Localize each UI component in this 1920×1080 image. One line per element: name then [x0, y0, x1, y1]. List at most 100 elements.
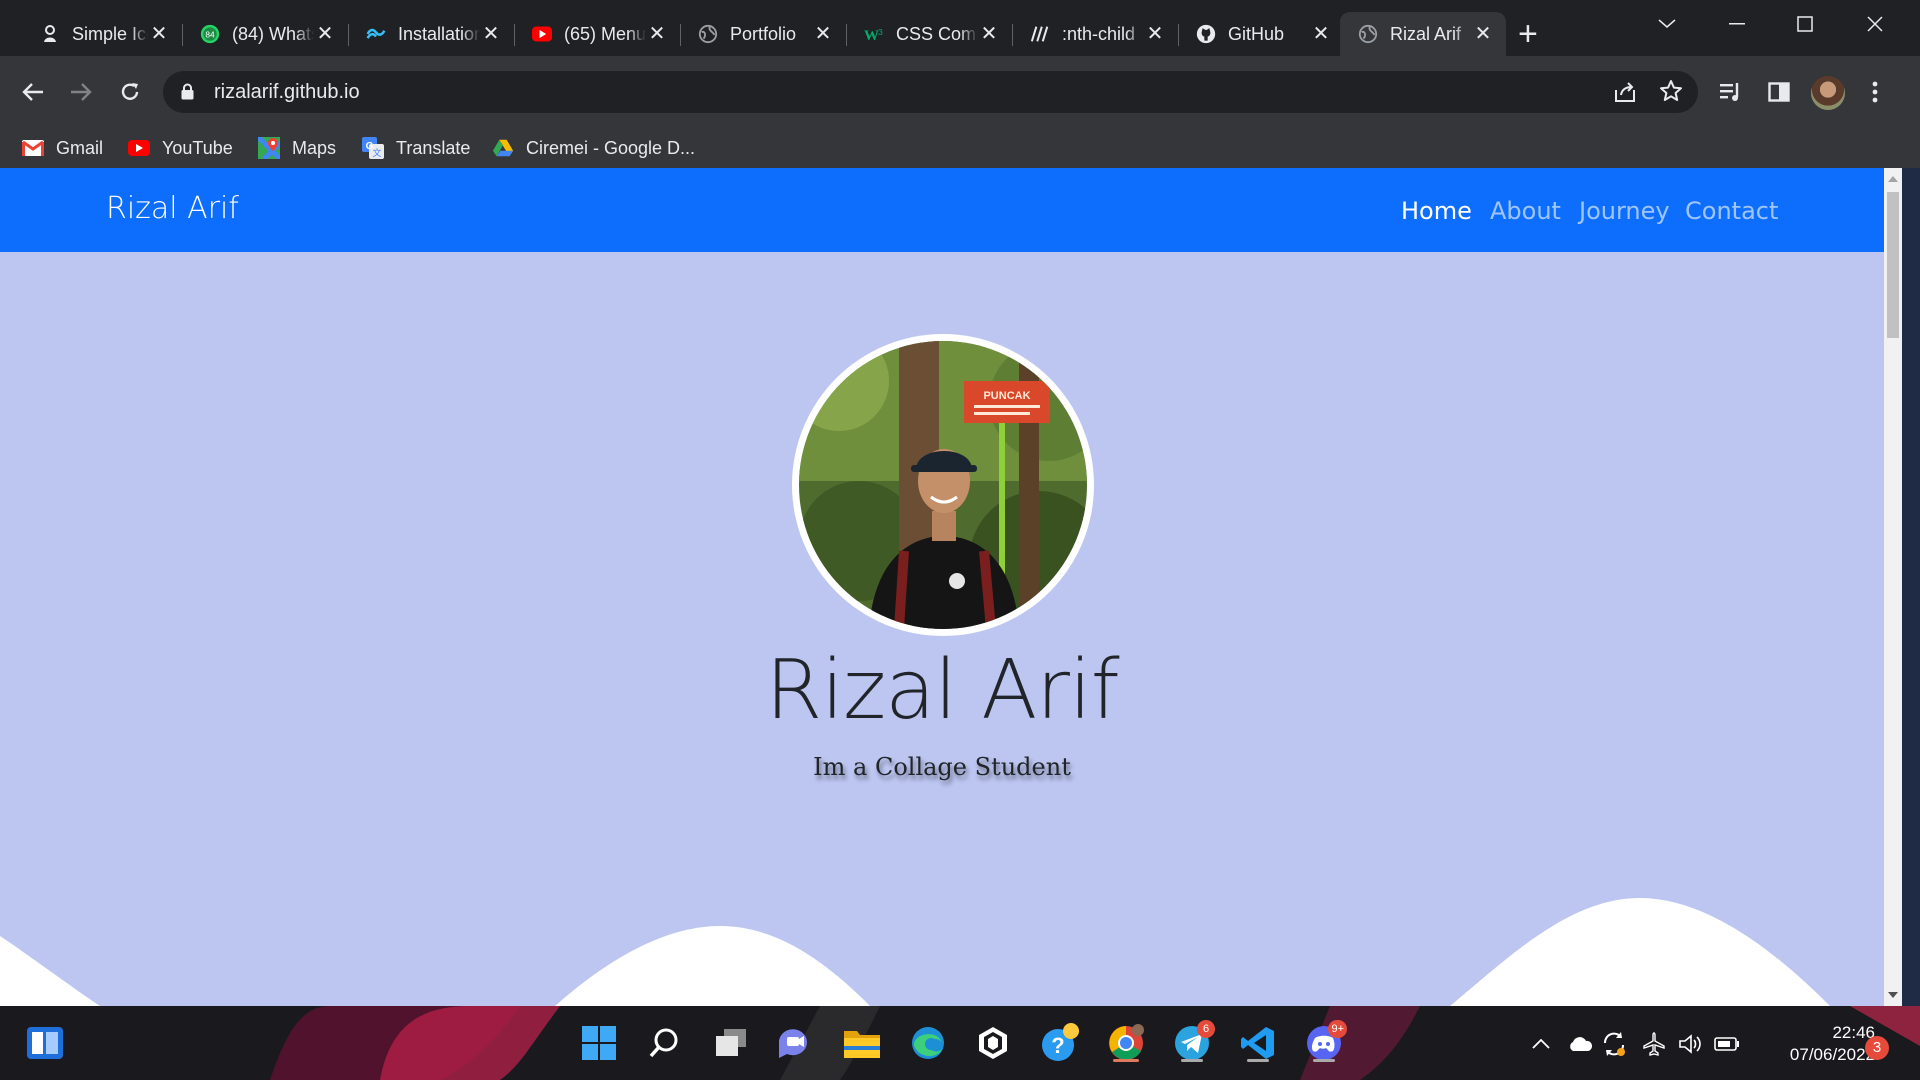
- site-brand[interactable]: Rizal Arif: [106, 191, 239, 226]
- onedrive-cloud-icon[interactable]: [1566, 1030, 1594, 1058]
- telegram-icon[interactable]: 6: [1169, 1020, 1215, 1066]
- url-text[interactable]: rizalarif.github.io: [214, 81, 360, 104]
- discord-icon[interactable]: 9+: [1301, 1020, 1347, 1066]
- forward-icon[interactable]: [64, 75, 98, 109]
- sync-icon[interactable]: [1600, 1030, 1628, 1058]
- back-icon[interactable]: [16, 75, 50, 109]
- tab-close-icon[interactable]: ✕: [1472, 23, 1494, 45]
- tab-nth-child[interactable]: :nth-child ✕: [1012, 12, 1179, 56]
- share-icon[interactable]: [1613, 80, 1637, 109]
- nav-home[interactable]: Home: [1401, 197, 1472, 225]
- tab-close-icon[interactable]: ✕: [480, 23, 502, 45]
- scroll-up-arrow-icon[interactable]: [1888, 176, 1898, 182]
- profile-photo-frame: PUNCAK: [792, 334, 1094, 636]
- chrome-icon[interactable]: [1103, 1020, 1149, 1066]
- svg-text:?: ?: [1051, 1033, 1064, 1058]
- widgets-icon[interactable]: [22, 1020, 68, 1066]
- tab-close-icon[interactable]: ✕: [646, 23, 668, 45]
- tab-portfolio[interactable]: Portfolio ✕: [680, 12, 847, 56]
- globe-icon: [1358, 24, 1378, 44]
- tab-installation[interactable]: Installation ✕: [348, 12, 515, 56]
- scroll-down-arrow-icon[interactable]: [1888, 992, 1898, 998]
- tab-close-icon[interactable]: ✕: [148, 23, 170, 45]
- tab-close-icon[interactable]: ✕: [812, 23, 834, 45]
- taskbar-wallpaper: [0, 1006, 1920, 1080]
- get-help-icon[interactable]: ?: [1037, 1020, 1083, 1066]
- bookmark-star-icon[interactable]: [1659, 79, 1683, 108]
- bookmark-gmail[interactable]: Gmail: [22, 134, 103, 162]
- nav-about[interactable]: About: [1490, 197, 1561, 225]
- reload-icon[interactable]: [113, 75, 147, 109]
- maps-icon: [258, 137, 280, 159]
- file-explorer-icon[interactable]: [839, 1020, 885, 1066]
- minimize-icon[interactable]: [1702, 8, 1772, 40]
- w3schools-icon: W3: [864, 24, 884, 44]
- tray-chevron-up-icon[interactable]: [1527, 1030, 1555, 1058]
- side-panel-icon[interactable]: [1762, 75, 1796, 109]
- browser-toolbar: rizalarif.github.io: [0, 56, 1920, 128]
- tab-rizal-arif[interactable]: Rizal Arif ✕: [1340, 12, 1506, 56]
- tab-close-icon[interactable]: ✕: [1310, 23, 1332, 45]
- battery-icon[interactable]: [1713, 1030, 1741, 1058]
- tab-title: Simple Icons: [72, 23, 148, 44]
- gmail-icon: [22, 137, 44, 159]
- tab-youtube[interactable]: (65) Menu ✕: [514, 12, 681, 56]
- vscode-icon[interactable]: [1235, 1020, 1281, 1066]
- page-scrollbar[interactable]: [1884, 168, 1902, 1006]
- start-windows-icon[interactable]: [576, 1020, 622, 1066]
- tab-close-icon[interactable]: ✕: [1144, 23, 1166, 45]
- svg-text:W: W: [864, 28, 879, 43]
- tab-title: (65) Menu: [564, 23, 646, 44]
- simple-icons-icon: [40, 24, 60, 44]
- edge-icon[interactable]: [905, 1020, 951, 1066]
- decorative-waves: [0, 898, 1830, 1006]
- tab-close-icon[interactable]: ✕: [978, 23, 1000, 45]
- new-tab-button[interactable]: +: [1518, 17, 1538, 51]
- media-control-icon[interactable]: [1714, 75, 1748, 109]
- menu-kebab-icon[interactable]: [1858, 75, 1892, 109]
- bookmark-label: Translate: [396, 137, 471, 158]
- system-clock[interactable]: 22:46 07/06/2022: [1755, 1022, 1875, 1066]
- notification-badge[interactable]: 3: [1865, 1036, 1889, 1060]
- bookmark-translate[interactable]: G文 Translate: [362, 134, 470, 162]
- whatsapp-badge: 84: [205, 29, 215, 39]
- task-view-icon[interactable]: [708, 1020, 754, 1066]
- desktop-edge: [1902, 168, 1920, 1006]
- tab-whatsapp[interactable]: 84 (84) WhatsApp ✕: [182, 12, 349, 56]
- tab-simple-icons[interactable]: Simple Icons ✕: [22, 12, 183, 56]
- profile-avatar[interactable]: [1811, 76, 1845, 110]
- close-window-icon[interactable]: [1840, 8, 1910, 40]
- tab-title: GitHub: [1228, 23, 1285, 44]
- running-indicator: [1181, 1059, 1203, 1062]
- clock-date: 07/06/2022: [1789, 1045, 1875, 1064]
- github-desktop-icon[interactable]: [970, 1020, 1016, 1066]
- bookmark-google-drive[interactable]: Ciremei - Google D...: [492, 134, 695, 162]
- volume-icon[interactable]: [1676, 1030, 1704, 1058]
- address-bar[interactable]: rizalarif.github.io: [163, 71, 1698, 113]
- scroll-thumb[interactable]: [1887, 192, 1899, 338]
- search-icon[interactable]: [641, 1020, 687, 1066]
- discord-badge: 9+: [1328, 1020, 1347, 1038]
- bookmark-label: Maps: [292, 137, 337, 158]
- running-indicator: [1247, 1059, 1269, 1062]
- tab-close-icon[interactable]: ✕: [314, 23, 336, 45]
- maximize-icon[interactable]: [1770, 8, 1840, 40]
- github-icon: [1196, 24, 1216, 44]
- tab-title: Rizal Arif: [1390, 23, 1462, 44]
- mdn-icon: [1030, 24, 1050, 44]
- web-page: Rizal Arif Home About Journey Contact PU…: [0, 168, 1902, 1006]
- nav-journey[interactable]: Journey: [1579, 197, 1670, 225]
- tab-css-combinators[interactable]: W3 CSS Combinators ✕: [846, 12, 1013, 56]
- teams-chat-icon[interactable]: [772, 1020, 818, 1066]
- airplane-mode-icon[interactable]: [1640, 1030, 1668, 1058]
- tab-search-chevron-icon[interactable]: [1632, 8, 1702, 40]
- youtube-icon: [128, 137, 150, 159]
- bookmark-maps[interactable]: Maps: [258, 134, 336, 162]
- active-app-indicator: [1113, 1059, 1139, 1062]
- bookmark-label: Gmail: [56, 137, 104, 158]
- bookmark-youtube[interactable]: YouTube: [128, 134, 233, 162]
- svg-text:3: 3: [878, 27, 883, 37]
- nav-contact[interactable]: Contact: [1685, 197, 1778, 225]
- tab-github[interactable]: GitHub ✕: [1178, 12, 1344, 56]
- lock-icon[interactable]: [181, 83, 194, 105]
